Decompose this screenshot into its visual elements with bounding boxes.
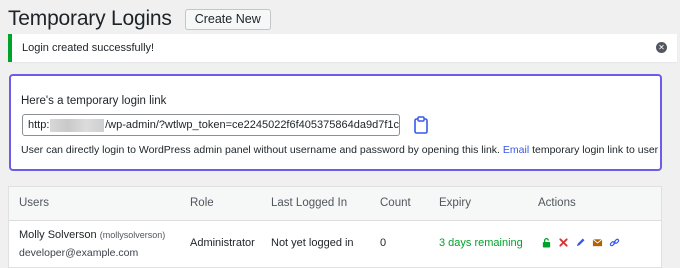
lock-icon[interactable]	[541, 237, 552, 248]
link-description: User can directly login to WordPress adm…	[21, 144, 658, 156]
delete-icon[interactable]	[558, 237, 569, 248]
expiry-status: 3 days remaining	[439, 237, 523, 249]
last-logged-in: Not yet logged in	[271, 237, 354, 249]
success-notice: Login created successfully! ✕	[8, 34, 677, 62]
user-name: Molly Solverson (mollysolverson)	[19, 229, 165, 241]
user-role: Administrator	[190, 237, 255, 249]
logins-table: Users Role Last Logged In Count Expiry A…	[8, 186, 662, 268]
link-icon[interactable]	[609, 237, 620, 248]
page-title: Temporary Logins	[8, 7, 172, 30]
page-header: Temporary Logins Create New	[8, 6, 271, 32]
email-link[interactable]: Email	[503, 144, 529, 156]
url-prefix: http:	[28, 119, 50, 131]
link-heading: Here's a temporary login link	[21, 95, 167, 107]
clipboard-icon[interactable]	[413, 116, 429, 134]
redacted-domain	[50, 118, 105, 132]
desc-text-end: temporary login link to user	[532, 144, 659, 156]
close-circle-icon[interactable]: ✕	[656, 42, 667, 53]
col-actions: Actions	[538, 197, 576, 209]
email-icon[interactable]	[592, 237, 603, 248]
login-url-field[interactable]: http: /wp-admin/?wtlwp_token=ce2245022f6…	[22, 114, 400, 136]
col-count: Count	[380, 197, 411, 209]
user-email: developer@example.com	[19, 247, 139, 259]
edit-icon[interactable]	[575, 237, 586, 248]
create-new-button[interactable]: Create New	[184, 8, 271, 30]
login-count: 0	[380, 237, 387, 249]
url-suffix: /wp-admin/?wtlwp_token=ce2245022f6f40537…	[105, 119, 399, 131]
desc-text: User can directly login to WordPress adm…	[21, 144, 500, 156]
user-login: (mollysolverson)	[99, 230, 166, 240]
col-role: Role	[190, 197, 214, 209]
login-link-box: Here's a temporary login link http: /wp-…	[9, 74, 662, 171]
table-header: Users Role Last Logged In Count Expiry A…	[9, 187, 661, 221]
user-display-name: Molly Solverson	[19, 229, 97, 241]
col-users: Users	[19, 197, 50, 209]
row-actions	[541, 237, 620, 248]
table-row: Molly Solverson (mollysolverson) develop…	[9, 221, 661, 268]
col-expiry: Expiry	[439, 197, 471, 209]
notice-message: Login created successfully!	[22, 42, 155, 54]
col-last-logged: Last Logged In	[271, 197, 348, 209]
